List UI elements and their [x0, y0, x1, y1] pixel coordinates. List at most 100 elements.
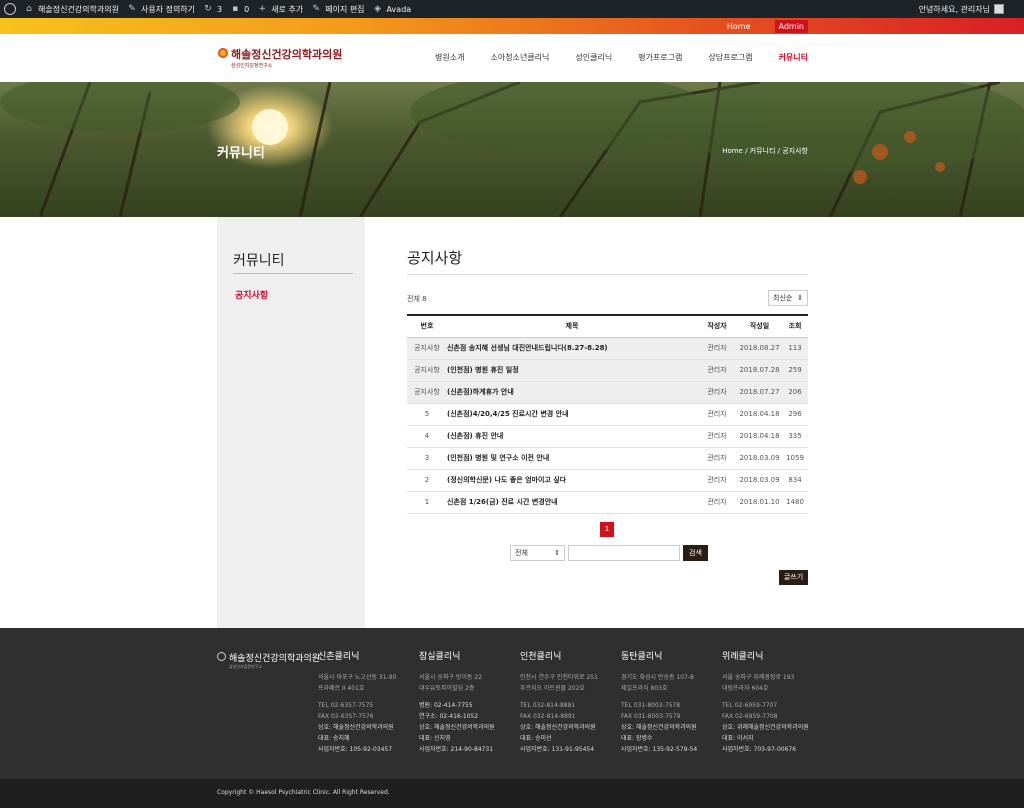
sidebar: 커뮤니티 공지사항 — [217, 217, 365, 628]
nav-item-counseling[interactable]: 상담프로그램 — [708, 52, 752, 63]
row-date: 2018.03.09 — [737, 469, 782, 492]
footer-clinic-dongtan: 동탄클리닉 경기도 화성시 반송동 107-8 제일프라자 803호 TEL 0… — [621, 652, 698, 753]
row-subject-link[interactable]: 신촌점 송지혜 선생님 대진안내드립니다(8.27-8.28) — [447, 337, 697, 360]
avatar[interactable] — [994, 4, 1004, 14]
admin-bar: ⌂ 해솔정신건강의학과의원 ✎ 사용자 정의하기 ↻ 3 ▪ 0 + 새로 추가 ✎ 페이지… — [0, 0, 1024, 18]
forest-image — [0, 82, 1024, 217]
search-scope-select[interactable]: 전체 ⇕ — [510, 545, 565, 561]
table-row[interactable]: 공지사항 신촌점 송지혜 선생님 대진안내드립니다(8.27-8.28) 관리자… — [407, 337, 808, 360]
table-row[interactable]: 1 신촌점 1/26(금) 진료 시간 변경안내 관리자 2018.01.10 … — [407, 491, 808, 514]
row-subject-link[interactable]: (신촌점)4/20,4/25 진료시간 변경 안내 — [447, 403, 697, 426]
admin-theme-link[interactable]: ◈ Avada — [373, 4, 411, 14]
search-button[interactable]: 검색 — [683, 545, 708, 561]
row-num: 3 — [407, 447, 447, 470]
row-subject-link[interactable]: 신촌점 1/26(금) 진료 시간 변경안내 — [447, 491, 697, 514]
select-arrows-icon: ⇕ — [797, 294, 803, 302]
top-home-link[interactable]: Home — [727, 22, 751, 31]
sort-select[interactable]: 최신순 ⇕ — [768, 290, 808, 306]
post-count: 전체 8 — [407, 295, 427, 303]
row-date: 2018.04.18 — [737, 403, 782, 426]
top-admin-link[interactable]: Admin — [774, 19, 808, 33]
row-num: 공지사항 — [407, 359, 447, 382]
row-num: 공지사항 — [407, 381, 447, 404]
row-views: 1480 — [782, 491, 808, 514]
board-content: 공지사항 전체 8 최신순 ⇕ 번호 제목 작성자 작성일 조회 공지사항 신촌… — [407, 217, 808, 628]
nav-item-child-clinic[interactable]: 소아청소년클리닉 — [491, 52, 550, 63]
table-row[interactable]: 공지사항 (인천점) 병원 휴진 일정 관리자 2018.07.28 259 — [407, 359, 808, 382]
nav-item-about[interactable]: 병원소개 — [435, 52, 464, 63]
table-row[interactable]: 5 (신촌점)4/20,4/25 진료시간 변경 안내 관리자 2018.04.… — [407, 403, 808, 426]
row-author: 관리자 — [697, 425, 737, 448]
row-num: 4 — [407, 425, 447, 448]
col-author: 작성자 — [697, 314, 737, 338]
row-views: 834 — [782, 469, 808, 492]
row-subject-link[interactable]: (인천점) 병원 및 연구소 이전 안내 — [447, 447, 697, 470]
updates-icon: ↻ — [204, 4, 212, 14]
footer-clinic-sinchon: 신촌클리닉 서울시 마포구 노고산동 31-90 프라페르 II 401호 TE… — [318, 652, 397, 753]
col-date: 작성일 — [737, 314, 782, 338]
table-row[interactable]: 공지사항 (신촌점)하계휴가 안내 관리자 2018.07.27 206 — [407, 381, 808, 404]
row-date: 2018.08.27 — [737, 337, 782, 360]
row-author: 관리자 — [697, 403, 737, 426]
nav-item-community[interactable]: 커뮤니티 — [779, 52, 808, 63]
brush-icon: ✎ — [128, 4, 136, 14]
sidebar-item-notice[interactable]: 공지사항 — [235, 288, 268, 301]
row-num: 5 — [407, 403, 447, 426]
page-title: 커뮤니티 — [217, 146, 265, 161]
row-subject-link[interactable]: (인천점) 병원 휴진 일정 — [447, 359, 697, 382]
row-subject-link[interactable]: (신촌점) 휴진 안내 — [447, 425, 697, 448]
admin-greeting[interactable]: 안녕하세요, 관리자님 — [919, 4, 990, 15]
search-input[interactable] — [568, 545, 680, 561]
row-date: 2018.01.10 — [737, 491, 782, 514]
row-date: 2018.04.18 — [737, 425, 782, 448]
table-row[interactable]: 3 (인천점) 병원 및 연구소 이전 안내 관리자 2018.03.09 10… — [407, 447, 808, 470]
site-footer: 해솔정신건강의학과의원 삼성인지감정연구소 신촌클리닉 서울시 마포구 노고산동… — [0, 628, 1024, 779]
admin-updates-link[interactable]: ↻ 3 — [203, 4, 222, 14]
nav-item-assessment[interactable]: 평가프로그램 — [638, 52, 682, 63]
row-views: 113 — [782, 337, 808, 360]
row-author: 관리자 — [697, 337, 737, 360]
row-subject-link[interactable]: (신촌점)하계휴가 안내 — [447, 381, 697, 404]
logo-sun-icon — [218, 48, 228, 58]
table-row[interactable]: 4 (신촌점) 휴진 안내 관리자 2018.04.18 335 — [407, 425, 808, 448]
board-table: 번호 제목 작성자 작성일 조회 공지사항 신촌점 송지혜 선생님 대진안내드립… — [407, 314, 808, 514]
admin-site-link[interactable]: ⌂ 해솔정신건강의학과의원 — [24, 4, 119, 15]
wordpress-icon[interactable] — [4, 3, 16, 15]
sidebar-title: 커뮤니티 — [233, 253, 285, 269]
avada-icon: ◈ — [374, 4, 381, 14]
top-bar: Home Admin — [0, 18, 1024, 34]
admin-edit-link[interactable]: ✎ 페이지 편집 — [311, 4, 364, 15]
row-date: 2018.07.27 — [737, 381, 782, 404]
sidebar-divider — [233, 273, 353, 274]
admin-customize-link[interactable]: ✎ 사용자 정의하기 — [127, 4, 195, 15]
admin-comments-link[interactable]: ▪ 0 — [230, 4, 249, 14]
board-title: 공지사항 — [407, 249, 463, 267]
row-num: 2 — [407, 469, 447, 492]
row-views: 1059 — [782, 447, 808, 470]
col-subject: 제목 — [447, 314, 697, 338]
table-header-row: 번호 제목 작성자 작성일 조회 — [407, 314, 808, 338]
row-date: 2018.07.28 — [737, 359, 782, 382]
page-1-button[interactable]: 1 — [600, 522, 614, 537]
main-nav: 병원소개 소아청소년클리닉 성인클리닉 평가프로그램 상담프로그램 커뮤니티 — [409, 52, 808, 63]
copyright-bar: Copyright © Haesol Psychiatric Clinic. A… — [0, 779, 1024, 808]
admin-new-link[interactable]: + 새로 추가 — [257, 4, 303, 15]
nav-item-adult-clinic[interactable]: 성인클리닉 — [575, 52, 612, 63]
site-header: 해솔정신건강의학과의원 삼성인지감정연구소 병원소개 소아청소년클리닉 성인클리… — [0, 34, 1024, 82]
row-views: 335 — [782, 425, 808, 448]
pencil-icon: ✎ — [312, 4, 320, 14]
search-row: 전체 ⇕ 검색 — [510, 545, 708, 561]
row-views: 259 — [782, 359, 808, 382]
table-row[interactable]: 2 (정신의학신문) 나도 좋은 엄마이고 싶다 관리자 2018.03.09 … — [407, 469, 808, 492]
row-views: 206 — [782, 381, 808, 404]
row-views: 296 — [782, 403, 808, 426]
footer-clinic-jamsil: 잠실클리닉 서울시 송파구 방이동 22 대우유토피아빌딩 2층 병원: 02-… — [419, 652, 495, 753]
page-hero: 커뮤니티 Home / 커뮤니티 / 공지사항 — [0, 82, 1024, 217]
row-subject-link[interactable]: (정신의학신문) 나도 좋은 엄마이고 싶다 — [447, 469, 697, 492]
home-icon: ⌂ — [26, 4, 32, 14]
row-author: 관리자 — [697, 359, 737, 382]
breadcrumb[interactable]: Home / 커뮤니티 / 공지사항 — [722, 146, 808, 156]
footer-clinic-wirye: 위례클리닉 서울 송파구 위례광장로 193 대림프라자 604호 TEL 02… — [722, 652, 809, 753]
row-author: 관리자 — [697, 381, 737, 404]
write-button[interactable]: 글쓰기 — [779, 570, 808, 585]
